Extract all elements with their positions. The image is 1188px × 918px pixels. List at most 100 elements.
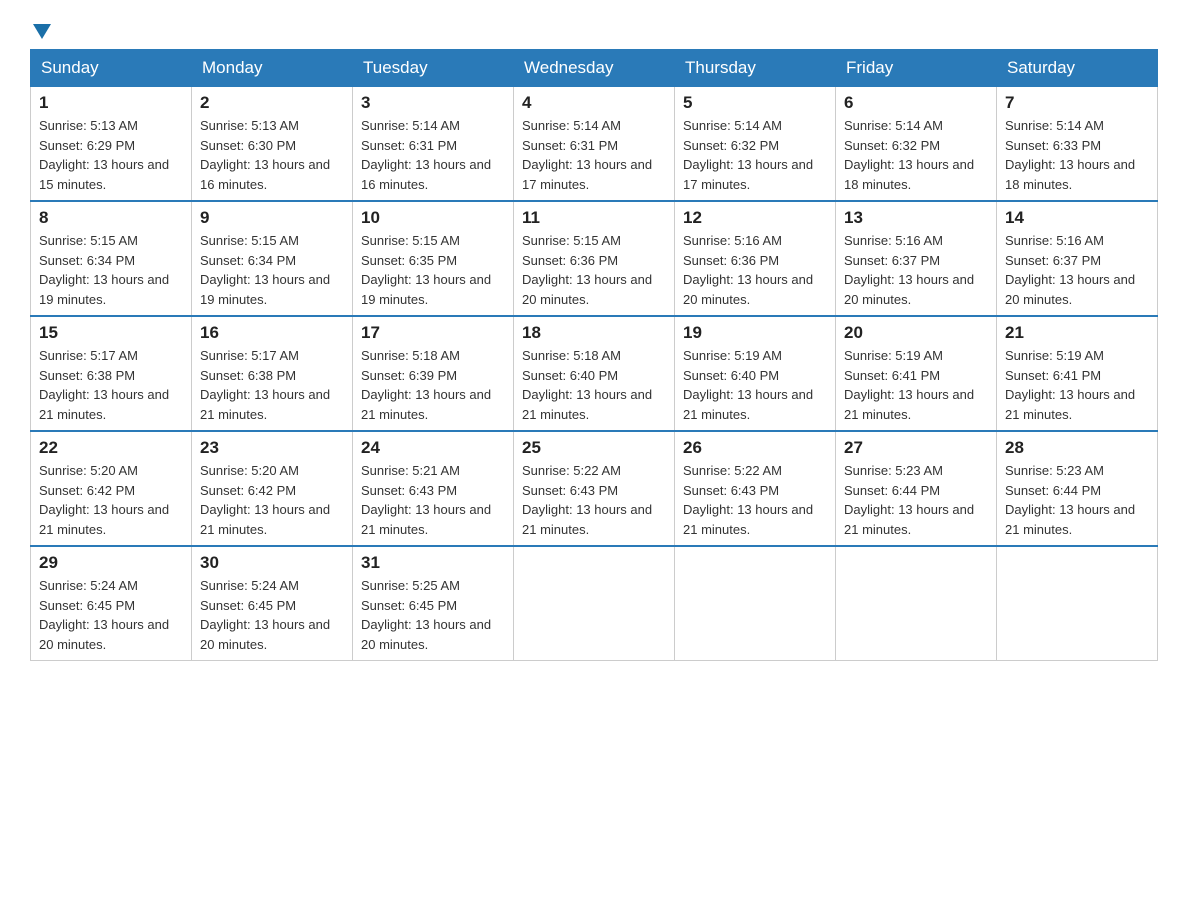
day-number: 1 bbox=[39, 93, 183, 113]
calendar-cell: 29 Sunrise: 5:24 AMSunset: 6:45 PMDaylig… bbox=[31, 546, 192, 661]
calendar-cell: 13 Sunrise: 5:16 AMSunset: 6:37 PMDaylig… bbox=[836, 201, 997, 316]
day-number: 25 bbox=[522, 438, 666, 458]
calendar-cell: 21 Sunrise: 5:19 AMSunset: 6:41 PMDaylig… bbox=[997, 316, 1158, 431]
logo bbox=[30, 20, 51, 39]
day-number: 6 bbox=[844, 93, 988, 113]
day-number: 17 bbox=[361, 323, 505, 343]
day-number: 9 bbox=[200, 208, 344, 228]
header-saturday: Saturday bbox=[997, 50, 1158, 87]
calendar-table: Sunday Monday Tuesday Wednesday Thursday… bbox=[30, 49, 1158, 661]
day-info: Sunrise: 5:16 AMSunset: 6:37 PMDaylight:… bbox=[1005, 231, 1149, 309]
calendar-cell bbox=[836, 546, 997, 661]
calendar-cell: 15 Sunrise: 5:17 AMSunset: 6:38 PMDaylig… bbox=[31, 316, 192, 431]
calendar-cell: 24 Sunrise: 5:21 AMSunset: 6:43 PMDaylig… bbox=[353, 431, 514, 546]
calendar-cell: 18 Sunrise: 5:18 AMSunset: 6:40 PMDaylig… bbox=[514, 316, 675, 431]
day-number: 27 bbox=[844, 438, 988, 458]
day-info: Sunrise: 5:16 AMSunset: 6:37 PMDaylight:… bbox=[844, 231, 988, 309]
calendar-cell: 27 Sunrise: 5:23 AMSunset: 6:44 PMDaylig… bbox=[836, 431, 997, 546]
day-number: 16 bbox=[200, 323, 344, 343]
day-number: 28 bbox=[1005, 438, 1149, 458]
day-info: Sunrise: 5:25 AMSunset: 6:45 PMDaylight:… bbox=[361, 576, 505, 654]
week-row-5: 29 Sunrise: 5:24 AMSunset: 6:45 PMDaylig… bbox=[31, 546, 1158, 661]
calendar-cell: 10 Sunrise: 5:15 AMSunset: 6:35 PMDaylig… bbox=[353, 201, 514, 316]
day-number: 29 bbox=[39, 553, 183, 573]
day-info: Sunrise: 5:15 AMSunset: 6:35 PMDaylight:… bbox=[361, 231, 505, 309]
day-number: 8 bbox=[39, 208, 183, 228]
calendar-cell: 28 Sunrise: 5:23 AMSunset: 6:44 PMDaylig… bbox=[997, 431, 1158, 546]
calendar-cell: 22 Sunrise: 5:20 AMSunset: 6:42 PMDaylig… bbox=[31, 431, 192, 546]
calendar-cell: 9 Sunrise: 5:15 AMSunset: 6:34 PMDayligh… bbox=[192, 201, 353, 316]
day-number: 7 bbox=[1005, 93, 1149, 113]
day-info: Sunrise: 5:21 AMSunset: 6:43 PMDaylight:… bbox=[361, 461, 505, 539]
day-info: Sunrise: 5:20 AMSunset: 6:42 PMDaylight:… bbox=[39, 461, 183, 539]
day-number: 31 bbox=[361, 553, 505, 573]
header-thursday: Thursday bbox=[675, 50, 836, 87]
day-info: Sunrise: 5:24 AMSunset: 6:45 PMDaylight:… bbox=[39, 576, 183, 654]
day-info: Sunrise: 5:14 AMSunset: 6:31 PMDaylight:… bbox=[522, 116, 666, 194]
page-header bbox=[30, 20, 1158, 39]
day-info: Sunrise: 5:17 AMSunset: 6:38 PMDaylight:… bbox=[200, 346, 344, 424]
calendar-cell: 3 Sunrise: 5:14 AMSunset: 6:31 PMDayligh… bbox=[353, 87, 514, 202]
day-info: Sunrise: 5:16 AMSunset: 6:36 PMDaylight:… bbox=[683, 231, 827, 309]
day-number: 11 bbox=[522, 208, 666, 228]
day-number: 30 bbox=[200, 553, 344, 573]
day-number: 24 bbox=[361, 438, 505, 458]
weekday-header-row: Sunday Monday Tuesday Wednesday Thursday… bbox=[31, 50, 1158, 87]
calendar-cell: 16 Sunrise: 5:17 AMSunset: 6:38 PMDaylig… bbox=[192, 316, 353, 431]
day-number: 2 bbox=[200, 93, 344, 113]
day-number: 23 bbox=[200, 438, 344, 458]
header-monday: Monday bbox=[192, 50, 353, 87]
day-info: Sunrise: 5:19 AMSunset: 6:40 PMDaylight:… bbox=[683, 346, 827, 424]
day-info: Sunrise: 5:13 AMSunset: 6:29 PMDaylight:… bbox=[39, 116, 183, 194]
day-info: Sunrise: 5:19 AMSunset: 6:41 PMDaylight:… bbox=[844, 346, 988, 424]
calendar-cell bbox=[514, 546, 675, 661]
day-info: Sunrise: 5:22 AMSunset: 6:43 PMDaylight:… bbox=[683, 461, 827, 539]
day-info: Sunrise: 5:15 AMSunset: 6:34 PMDaylight:… bbox=[39, 231, 183, 309]
day-number: 22 bbox=[39, 438, 183, 458]
calendar-cell bbox=[997, 546, 1158, 661]
day-info: Sunrise: 5:17 AMSunset: 6:38 PMDaylight:… bbox=[39, 346, 183, 424]
day-number: 14 bbox=[1005, 208, 1149, 228]
day-info: Sunrise: 5:18 AMSunset: 6:39 PMDaylight:… bbox=[361, 346, 505, 424]
week-row-1: 1 Sunrise: 5:13 AMSunset: 6:29 PMDayligh… bbox=[31, 87, 1158, 202]
day-info: Sunrise: 5:20 AMSunset: 6:42 PMDaylight:… bbox=[200, 461, 344, 539]
day-number: 18 bbox=[522, 323, 666, 343]
day-info: Sunrise: 5:19 AMSunset: 6:41 PMDaylight:… bbox=[1005, 346, 1149, 424]
day-info: Sunrise: 5:18 AMSunset: 6:40 PMDaylight:… bbox=[522, 346, 666, 424]
calendar-cell: 25 Sunrise: 5:22 AMSunset: 6:43 PMDaylig… bbox=[514, 431, 675, 546]
day-number: 19 bbox=[683, 323, 827, 343]
calendar-cell: 4 Sunrise: 5:14 AMSunset: 6:31 PMDayligh… bbox=[514, 87, 675, 202]
calendar-cell: 1 Sunrise: 5:13 AMSunset: 6:29 PMDayligh… bbox=[31, 87, 192, 202]
day-number: 26 bbox=[683, 438, 827, 458]
day-number: 10 bbox=[361, 208, 505, 228]
header-wednesday: Wednesday bbox=[514, 50, 675, 87]
day-info: Sunrise: 5:14 AMSunset: 6:31 PMDaylight:… bbox=[361, 116, 505, 194]
day-number: 13 bbox=[844, 208, 988, 228]
logo-triangle-icon bbox=[33, 24, 51, 39]
day-info: Sunrise: 5:14 AMSunset: 6:33 PMDaylight:… bbox=[1005, 116, 1149, 194]
day-info: Sunrise: 5:23 AMSunset: 6:44 PMDaylight:… bbox=[1005, 461, 1149, 539]
day-number: 4 bbox=[522, 93, 666, 113]
header-tuesday: Tuesday bbox=[353, 50, 514, 87]
calendar-cell: 14 Sunrise: 5:16 AMSunset: 6:37 PMDaylig… bbox=[997, 201, 1158, 316]
week-row-4: 22 Sunrise: 5:20 AMSunset: 6:42 PMDaylig… bbox=[31, 431, 1158, 546]
day-info: Sunrise: 5:13 AMSunset: 6:30 PMDaylight:… bbox=[200, 116, 344, 194]
day-info: Sunrise: 5:15 AMSunset: 6:36 PMDaylight:… bbox=[522, 231, 666, 309]
week-row-2: 8 Sunrise: 5:15 AMSunset: 6:34 PMDayligh… bbox=[31, 201, 1158, 316]
day-number: 15 bbox=[39, 323, 183, 343]
day-info: Sunrise: 5:14 AMSunset: 6:32 PMDaylight:… bbox=[683, 116, 827, 194]
day-number: 5 bbox=[683, 93, 827, 113]
calendar-cell: 12 Sunrise: 5:16 AMSunset: 6:36 PMDaylig… bbox=[675, 201, 836, 316]
day-number: 21 bbox=[1005, 323, 1149, 343]
day-number: 12 bbox=[683, 208, 827, 228]
calendar-cell: 6 Sunrise: 5:14 AMSunset: 6:32 PMDayligh… bbox=[836, 87, 997, 202]
calendar-cell: 20 Sunrise: 5:19 AMSunset: 6:41 PMDaylig… bbox=[836, 316, 997, 431]
calendar-cell: 31 Sunrise: 5:25 AMSunset: 6:45 PMDaylig… bbox=[353, 546, 514, 661]
calendar-cell: 5 Sunrise: 5:14 AMSunset: 6:32 PMDayligh… bbox=[675, 87, 836, 202]
calendar-cell: 11 Sunrise: 5:15 AMSunset: 6:36 PMDaylig… bbox=[514, 201, 675, 316]
day-number: 3 bbox=[361, 93, 505, 113]
header-sunday: Sunday bbox=[31, 50, 192, 87]
day-number: 20 bbox=[844, 323, 988, 343]
week-row-3: 15 Sunrise: 5:17 AMSunset: 6:38 PMDaylig… bbox=[31, 316, 1158, 431]
header-friday: Friday bbox=[836, 50, 997, 87]
